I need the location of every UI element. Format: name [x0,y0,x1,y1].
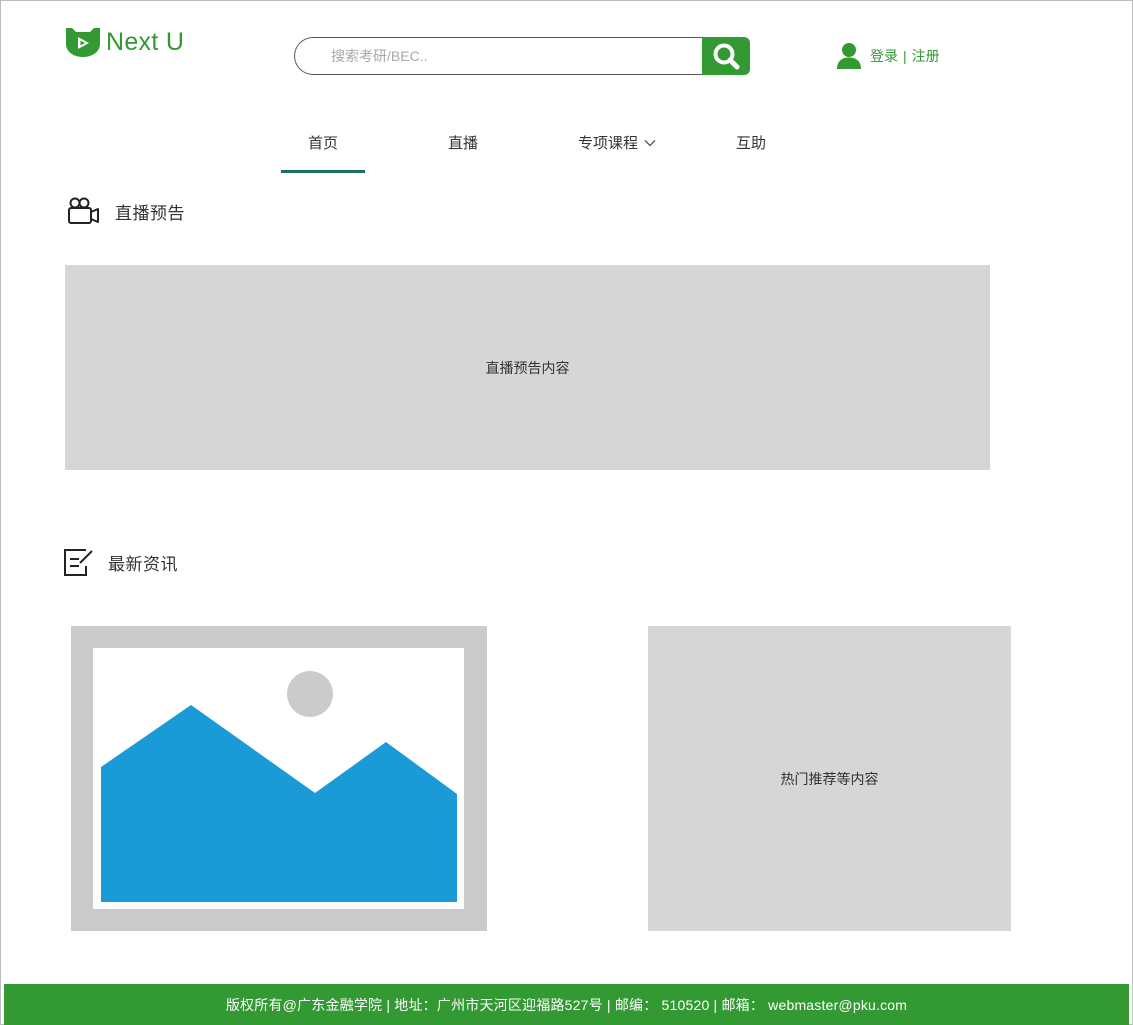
account-links: 登录 | 注册 [836,42,940,70]
search-icon [713,43,740,70]
chevron-down-icon [644,139,656,146]
nav-mutual-help-label: 互助 [736,135,767,152]
news-section-header: 最新资讯 [62,546,178,578]
nav-live-label: 直播 [448,135,479,152]
site-footer: 版权所有@广东金融学院 | 地址：广州市天河区迎福路527号 | 邮编： 510… [4,984,1129,1025]
hot-recommend-panel: 热门推荐等内容 [648,626,1011,931]
brand-name: Next U [106,27,185,56]
live-preview-panel: 直播预告内容 [65,265,990,470]
register-link[interactable]: 注册 [912,48,940,64]
hot-recommend-content: 热门推荐等内容 [780,770,879,787]
search-bar [294,37,750,75]
nav-live[interactable]: 直播 [448,132,478,153]
footer-text: 版权所有@广东金融学院 | 地址：广州市天河区迎福路527号 | 邮编： 510… [225,996,908,1013]
nav-mutual-help[interactable]: 互助 [736,132,766,153]
nav-home[interactable]: 首页 [280,132,366,173]
edit-note-icon [64,549,93,576]
image-placeholder-icon [101,671,457,902]
play-shield-icon [66,28,100,57]
live-preview-content: 直播预告内容 [485,359,570,376]
nav-home-label: 首页 [308,135,339,152]
brand-logo[interactable]: Next U [64,26,184,58]
main-nav: 首页 直播 专项课程 互助 [0,132,1133,173]
login-link[interactable]: 登录 [870,48,898,64]
user-icon [837,43,861,69]
live-section-title: 直播预告 [115,203,185,223]
search-input[interactable] [294,37,702,75]
live-section-header: 直播预告 [67,197,185,225]
account-separator: | [903,48,907,64]
nav-courses-label: 专项课程 [578,135,639,152]
search-button[interactable] [702,37,750,75]
video-camera-icon [68,197,99,224]
nav-courses[interactable]: 专项课程 [578,132,656,153]
news-image-frame[interactable] [71,626,487,931]
news-section-title: 最新资讯 [108,554,178,574]
news-image [93,648,464,909]
